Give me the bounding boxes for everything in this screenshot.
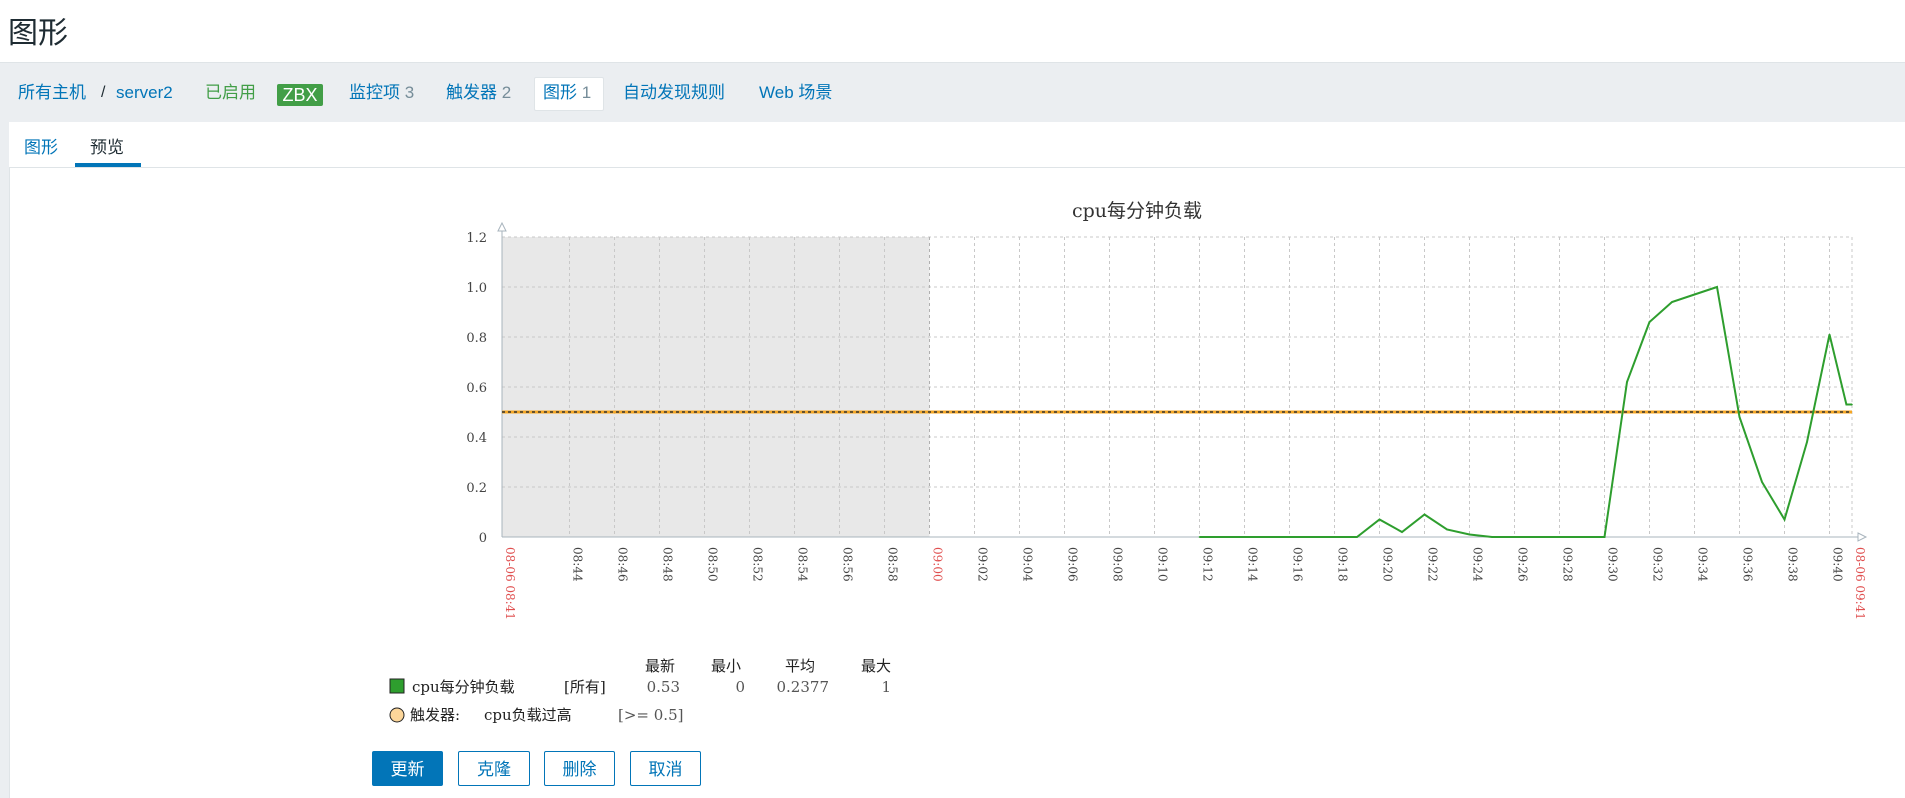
x-start-label: 08-06 08:41 bbox=[503, 547, 517, 620]
x-tick-label: 08:56 bbox=[841, 547, 855, 582]
series-point bbox=[1446, 528, 1448, 531]
series-point bbox=[1648, 321, 1651, 323]
legend-trigger-swatch bbox=[389, 707, 405, 723]
y-tick-label: 0.2 bbox=[466, 481, 487, 496]
x-tick-label: 08:44 bbox=[571, 547, 585, 582]
x-tick-label: 08:50 bbox=[706, 547, 720, 582]
x-axis-arrow bbox=[1857, 532, 1868, 542]
update-button[interactable]: 更新 bbox=[372, 751, 443, 786]
x-tick-label: 09:22 bbox=[1426, 547, 1440, 582]
y-axis-ticks: 0 0.2 0.4 0.6 0.8 1.0 1.2 bbox=[466, 231, 487, 546]
y-tick-label: 0.8 bbox=[466, 331, 487, 346]
x-tick-label: 09:38 bbox=[1786, 547, 1800, 582]
legend-series-name: cpu每分钟负载 bbox=[412, 678, 515, 696]
series-point bbox=[1845, 403, 1848, 406]
x-tick-label: 09:36 bbox=[1741, 547, 1755, 582]
x-axis-ticks: 08:44 08:46 08:48 08:50 08:52 08:54 08:56 08:58… bbox=[503, 547, 1867, 620]
x-tick-label: 09:30 bbox=[1606, 547, 1620, 582]
x-tick-label: 09:32 bbox=[1651, 547, 1665, 582]
y-axis-arrow bbox=[497, 221, 507, 232]
series-point bbox=[1783, 518, 1786, 521]
legend-header: 最新 bbox=[645, 657, 675, 675]
legend-avg: 0.2377 bbox=[777, 678, 830, 696]
series-point bbox=[1401, 531, 1403, 533]
chart-grid bbox=[502, 236, 1853, 537]
series-point bbox=[1491, 536, 1493, 538]
legend-trigger-prefix: 触发器: bbox=[410, 706, 460, 724]
legend-header: 平均 bbox=[785, 657, 815, 675]
x-end-label: 08-06 09:41 bbox=[1853, 547, 1867, 620]
series-point bbox=[1626, 381, 1628, 383]
series-point bbox=[1378, 518, 1381, 521]
series-point bbox=[1738, 416, 1741, 418]
x-tick-label: 09:18 bbox=[1336, 547, 1350, 582]
legend-trigger-name: cpu负载过高 bbox=[484, 706, 572, 724]
x-tick-label: 09:14 bbox=[1246, 547, 1260, 582]
x-tick-label: 09:40 bbox=[1831, 547, 1845, 582]
x-tick-label: 08:46 bbox=[616, 547, 630, 582]
x-tick-label: 09:06 bbox=[1066, 547, 1080, 582]
x-tick-label: 08:52 bbox=[751, 547, 765, 582]
clone-button[interactable]: 克隆 bbox=[458, 751, 530, 786]
y-tick-label: 0 bbox=[479, 531, 487, 546]
x-tick-label: 09:02 bbox=[976, 547, 990, 582]
legend-header: 最大 bbox=[861, 657, 891, 675]
series-point bbox=[1806, 441, 1808, 443]
x-tick-label: 09:04 bbox=[1021, 547, 1035, 582]
legend-min: 0 bbox=[735, 678, 745, 696]
x-tick-label: 09:24 bbox=[1471, 547, 1485, 582]
series-point bbox=[1716, 286, 1718, 288]
series-point bbox=[1603, 536, 1606, 538]
x-tick-label: 09:08 bbox=[1111, 547, 1125, 582]
series-point bbox=[1851, 403, 1853, 406]
x-tick-label: 09:10 bbox=[1156, 547, 1170, 582]
y-tick-label: 1.2 bbox=[466, 231, 487, 246]
x-tick-label: 09:34 bbox=[1696, 547, 1710, 582]
graph-canvas: cpu每分钟负载 00.20.40.60.81.01.2 08:44 08:46 0… bbox=[389, 200, 1868, 724]
series-point bbox=[1828, 333, 1831, 336]
series-point bbox=[1693, 293, 1696, 296]
legend-series-swatch bbox=[389, 678, 405, 694]
series-point bbox=[1671, 301, 1673, 303]
legend-max: 1 bbox=[881, 678, 891, 696]
chart-legend: 最新 最小 平均 最大 cpu每分钟负载 [所有] 0.53 0 0.2377 1 触发器: cpu负… bbox=[389, 657, 891, 724]
series-point bbox=[1468, 533, 1471, 536]
series-point bbox=[1356, 536, 1358, 538]
x-tick-label: 08:54 bbox=[796, 547, 810, 582]
no-data-region bbox=[502, 237, 930, 537]
chart-title: cpu每分钟负载 bbox=[1072, 200, 1202, 222]
x-tick-label: 09:16 bbox=[1291, 547, 1305, 582]
series-point bbox=[1761, 481, 1763, 483]
x-tick-label: 09:28 bbox=[1561, 547, 1575, 582]
y-tick-label: 0.4 bbox=[466, 431, 487, 446]
x-tick-label: 09:20 bbox=[1381, 547, 1395, 582]
legend-series-scope: [所有] bbox=[564, 678, 606, 696]
delete-button[interactable]: 删除 bbox=[544, 751, 615, 786]
y-tick-label: 0.6 bbox=[466, 381, 487, 396]
series-point bbox=[1423, 513, 1426, 516]
x-tick-label: 08:58 bbox=[886, 547, 900, 582]
y-tick-label: 1.0 bbox=[466, 281, 487, 296]
legend-header: 最小 bbox=[711, 657, 741, 675]
cancel-button[interactable]: 取消 bbox=[630, 751, 701, 786]
x-tick-label: 08:48 bbox=[661, 547, 675, 582]
series-point bbox=[1198, 536, 1201, 538]
legend-trigger-condition: [>= 0.5] bbox=[618, 706, 683, 724]
legend-last: 0.53 bbox=[647, 678, 680, 696]
x-tick-label: 09:26 bbox=[1516, 547, 1530, 582]
x-tick-label: 09:00 bbox=[931, 547, 945, 582]
no-data-area bbox=[502, 237, 930, 537]
x-tick-label: 09:12 bbox=[1201, 547, 1215, 582]
